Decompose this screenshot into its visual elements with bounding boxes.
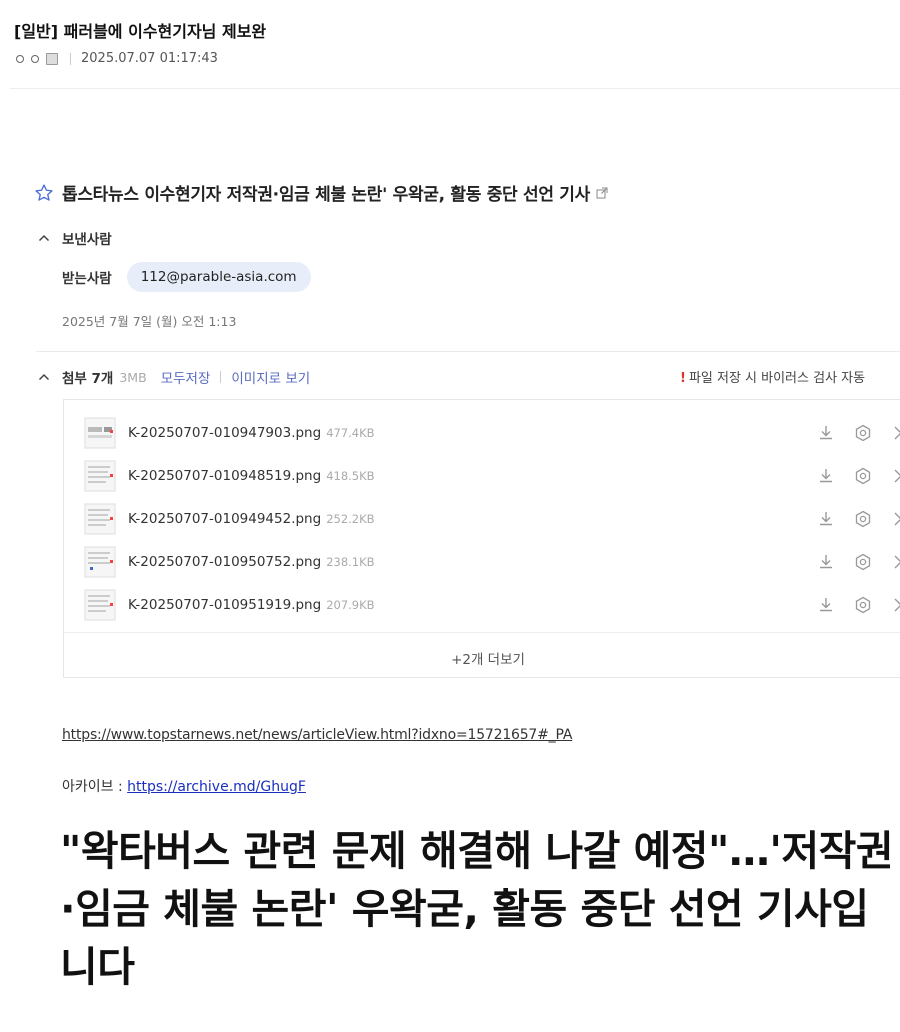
archive-line: 아카이브 : https://archive.md/GhugF bbox=[62, 776, 306, 796]
attachment-name: K-20250707-010949452.png bbox=[128, 511, 322, 527]
attachments-size: 3MB bbox=[119, 369, 147, 385]
sender-toggle[interactable]: 보낸사람 bbox=[38, 228, 112, 248]
attachments-divider bbox=[36, 351, 900, 352]
chevron-up-icon bbox=[38, 234, 50, 242]
image-thumbnail-icon bbox=[84, 460, 116, 492]
image-thumbnail-icon bbox=[84, 589, 116, 621]
download-icon[interactable] bbox=[817, 467, 835, 485]
attachment-name: K-20250707-010947903.png bbox=[128, 425, 322, 441]
mail-date: 2025년 7월 7일 (월) 오전 1:13 bbox=[62, 314, 237, 329]
link-divider bbox=[220, 371, 222, 383]
more-divider bbox=[64, 632, 900, 633]
scan-icon[interactable] bbox=[854, 596, 872, 614]
post-title: [일반] 패러블에 이수현기자님 제보완 bbox=[14, 22, 267, 41]
virus-notice-text: 파일 저장 시 바이러스 검사 자동 bbox=[688, 371, 866, 386]
author-badge-icon bbox=[46, 52, 58, 65]
warning-icon: ! bbox=[680, 371, 686, 386]
download-icon[interactable] bbox=[817, 510, 835, 528]
external-link-icon[interactable] bbox=[596, 187, 608, 199]
attachment-row[interactable]: K-20250707-010947903.png 477.4KB bbox=[84, 415, 900, 451]
virus-notice: ! 파일 저장 시 바이러스 검사 자동 bbox=[680, 367, 865, 386]
attachment-size: 207.9KB bbox=[326, 598, 375, 612]
chevron-right-icon[interactable] bbox=[889, 553, 900, 571]
attachment-row[interactable]: K-20250707-010949452.png 252.2KB bbox=[84, 501, 900, 537]
attachment-size: 252.2KB bbox=[326, 512, 375, 526]
scan-icon[interactable] bbox=[854, 424, 872, 442]
show-more-button[interactable]: +2개 더보기 bbox=[64, 648, 900, 668]
attachment-row[interactable]: K-20250707-010950752.png 238.1KB bbox=[84, 544, 900, 580]
image-thumbnail-icon bbox=[84, 503, 116, 535]
attachment-name: K-20250707-010951919.png bbox=[128, 597, 322, 613]
attachment-size: 477.4KB bbox=[326, 426, 375, 440]
recipient-label: 받는사람 bbox=[62, 271, 112, 287]
attachment-size: 238.1KB bbox=[326, 555, 375, 569]
article-link[interactable]: https://www.topstarnews.net/news/article… bbox=[62, 727, 572, 743]
author-ring-icon bbox=[31, 54, 39, 63]
attachment-size: 418.5KB bbox=[326, 469, 375, 483]
article-headline: "왁타버스 관련 문제 해결해 나갈 예정"…'저작권·임금 체불 논란' 우왁… bbox=[60, 827, 894, 991]
sender-label: 보낸사람 bbox=[62, 232, 112, 248]
chevron-right-icon[interactable] bbox=[889, 467, 900, 485]
star-icon[interactable] bbox=[34, 183, 54, 203]
post-meta: 2025.07.07 01:17:43 bbox=[16, 51, 218, 66]
attachments-list: K-20250707-010947903.png 477.4KB K-20250… bbox=[63, 399, 900, 678]
mail-subject-row: 톱스타뉴스 이수현기자 저작권·임금 체불 논란' 우왁굳, 활동 중단 선언 … bbox=[34, 180, 608, 205]
scan-icon[interactable] bbox=[854, 467, 872, 485]
scan-icon[interactable] bbox=[854, 510, 872, 528]
author-ring-icon bbox=[16, 54, 24, 63]
scan-icon[interactable] bbox=[854, 553, 872, 571]
download-icon[interactable] bbox=[817, 424, 835, 442]
download-icon[interactable] bbox=[817, 596, 835, 614]
recipient-chip[interactable]: 112@parable-asia.com bbox=[126, 262, 311, 292]
recipient-row: 받는사람 112@parable-asia.com bbox=[62, 262, 311, 292]
view-as-image-button[interactable]: 이미지로 보기 bbox=[231, 367, 310, 387]
attachment-row[interactable]: K-20250707-010951919.png 207.9KB bbox=[84, 587, 900, 623]
image-thumbnail-icon bbox=[84, 546, 116, 578]
archive-link[interactable]: https://archive.md/GhugF bbox=[127, 779, 306, 795]
attachment-row[interactable]: K-20250707-010948519.png 418.5KB bbox=[84, 458, 900, 494]
save-all-button[interactable]: 모두저장 bbox=[161, 367, 211, 387]
chevron-right-icon[interactable] bbox=[889, 510, 900, 528]
attachment-name: K-20250707-010950752.png bbox=[128, 554, 322, 570]
chevron-up-icon[interactable] bbox=[38, 373, 50, 381]
image-thumbnail-icon bbox=[84, 417, 116, 449]
post-datetime: 2025.07.07 01:17:43 bbox=[81, 51, 218, 66]
meta-divider bbox=[70, 52, 71, 65]
chevron-right-icon[interactable] bbox=[889, 424, 900, 442]
download-icon[interactable] bbox=[817, 553, 835, 571]
attachment-name: K-20250707-010948519.png bbox=[128, 468, 322, 484]
header-divider bbox=[10, 88, 900, 89]
attachments-count: 첨부 7개 bbox=[62, 371, 114, 387]
attachments-header: 첨부 7개 3MB 모두저장 이미지로 보기 bbox=[38, 367, 320, 387]
archive-label: 아카이브 : bbox=[62, 779, 128, 795]
mail-subject: 톱스타뉴스 이수현기자 저작권·임금 체불 논란' 우왁굳, 활동 중단 선언 … bbox=[62, 185, 590, 205]
chevron-right-icon[interactable] bbox=[889, 596, 900, 614]
